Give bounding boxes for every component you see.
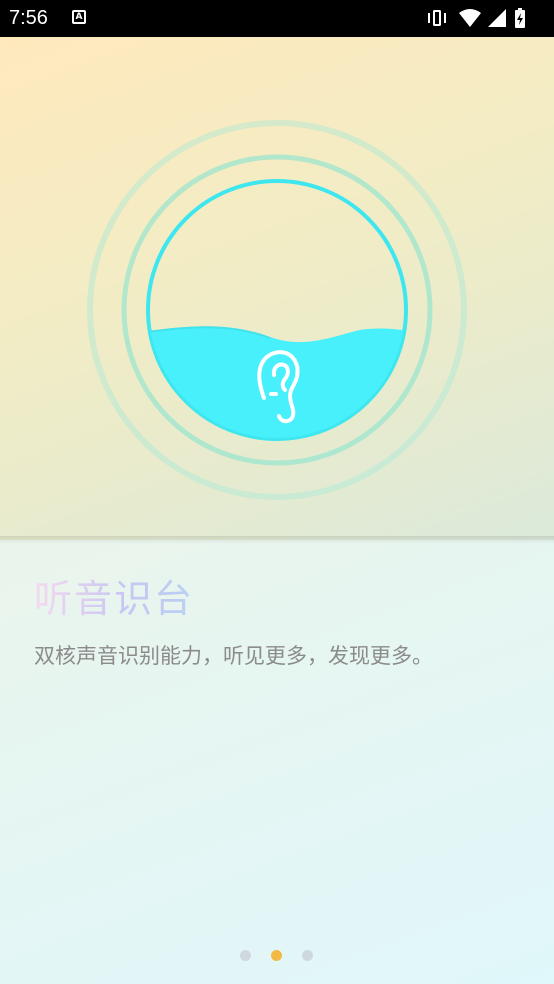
battery-charging-icon [515, 8, 525, 28]
font-a-icon: A [72, 10, 86, 24]
status-time: 7:56 [9, 7, 48, 29]
status-bar: 7:56 A [0, 0, 554, 37]
page-indicator [0, 948, 554, 962]
hero-divider [0, 536, 554, 544]
status-icons [428, 8, 525, 28]
page-dot[interactable] [302, 950, 313, 961]
feature-title: 听音识台 [34, 577, 195, 621]
page-dot-active[interactable] [271, 950, 282, 961]
signal-icon [488, 9, 506, 27]
feature-description: 双核声音识别能力，听见更多，发现更多。 [34, 644, 433, 668]
sound-rings-graphic [87, 120, 467, 500]
vibrate-icon [428, 10, 446, 26]
wifi-icon [459, 9, 481, 27]
page-dot[interactable] [240, 950, 251, 961]
